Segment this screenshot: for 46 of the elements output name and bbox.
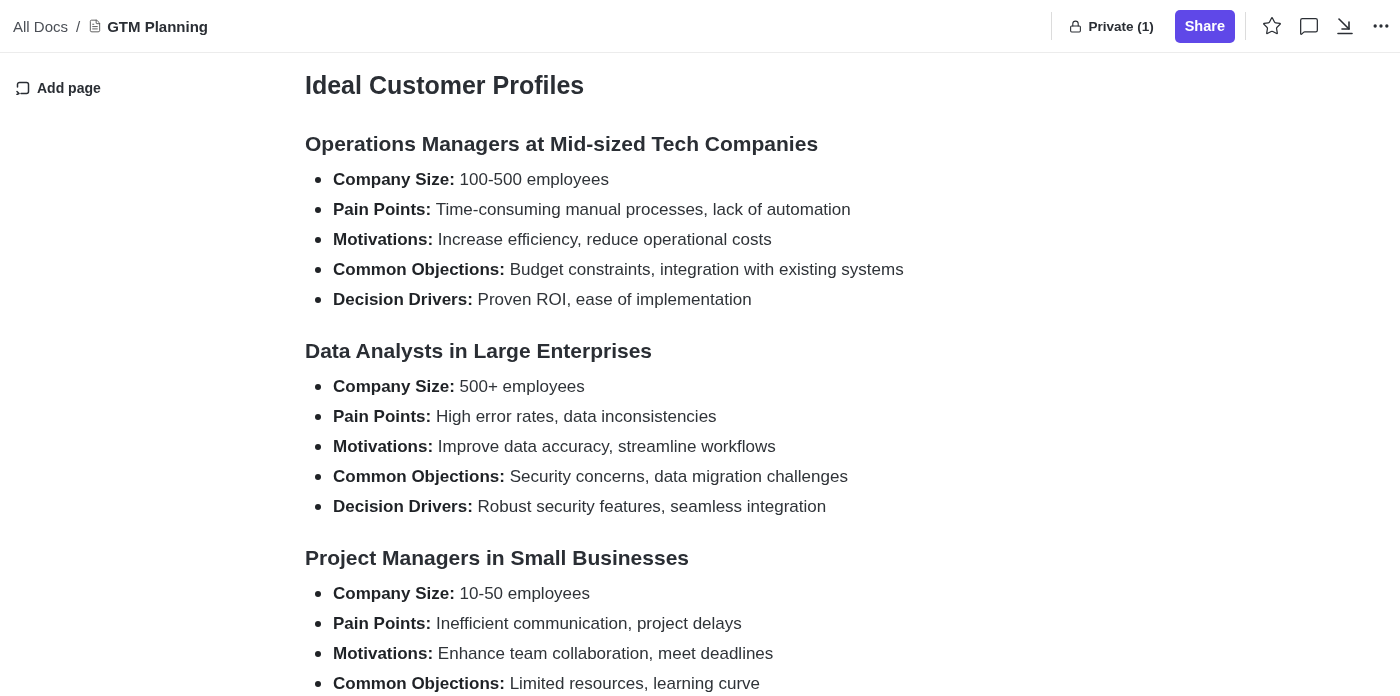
list-item-text: Motivations: Increase efficiency, reduce operational costs [333, 229, 772, 251]
bullet-icon [315, 297, 321, 303]
list-item-text: Motivations: Improve data accuracy, streamline workflows [333, 436, 776, 458]
bullet-icon [315, 504, 321, 510]
share-button[interactable]: Share [1174, 9, 1235, 43]
bullet-icon [315, 474, 321, 480]
bullet-icon [315, 384, 321, 390]
list-item-text: Pain Points: Inefficient communication, project delays [333, 613, 742, 635]
bullet-icon [315, 207, 321, 213]
bullet-icon [315, 681, 321, 687]
section-heading: Project Managers in Small Businesses [305, 545, 690, 571]
privacy-label: Private (1) [1088, 18, 1154, 34]
list-item-text: Decision Drivers: Robust security features, seamless integration [333, 496, 827, 518]
document-icon [88, 19, 103, 33]
section-heading: Operations Managers at Mid-sized Tech Companies [305, 131, 820, 157]
list-item-text: Company Size: 10-50 employees [333, 583, 590, 605]
list-item-text: Company Size: 500+ employees [333, 376, 585, 398]
bullet-icon [315, 444, 321, 450]
list-item-text: Pain Points: High error rates, data inconsistencies [333, 406, 717, 428]
breadcrumb-doc-link[interactable]: GTM Planning [88, 17, 208, 35]
list-item-text: Motivations: Enhance team collaboration, meet deadlines [333, 643, 774, 665]
bullet-icon [315, 651, 321, 657]
add-page-label: Add page [37, 80, 101, 96]
doc-title: GTM Planning [107, 17, 208, 35]
bullet-icon [315, 414, 321, 420]
bullet-icon [315, 591, 321, 597]
add-page-button[interactable]: Add page [14, 78, 103, 98]
breadcrumb-link[interactable]: All Docs [13, 17, 68, 35]
comment-icon[interactable] [1299, 16, 1319, 36]
list-item-text: Common Objections: Security concerns, data migration challenges [333, 466, 848, 488]
bullet-icon [315, 177, 321, 183]
lock-icon [1069, 19, 1083, 33]
list-item-text: Decision Drivers: Proven ROI, ease of implementation [333, 289, 752, 311]
privacy-button[interactable]: Private (1) [1063, 12, 1160, 40]
square-arrow-icon [16, 81, 30, 95]
section-heading: Data Analysts in Large Enterprises [305, 338, 653, 364]
breadcrumb-separator: / [76, 17, 81, 35]
star-icon[interactable] [1262, 16, 1282, 36]
bullet-icon [315, 237, 321, 243]
list-item-text: Company Size: 100-500 employees [333, 169, 609, 191]
document-title: Ideal Customer Profiles [305, 70, 586, 101]
list-item-text: Pain Points: Time-consuming manual processes, lack of automation [333, 199, 851, 221]
bullet-icon [315, 621, 321, 627]
list-item-text: Common Objections: Budget constraints, integration with existing systems [333, 259, 904, 281]
list-item-text: Common Objections: Limited resources, learning curve [333, 673, 761, 695]
bullet-icon [315, 267, 321, 273]
